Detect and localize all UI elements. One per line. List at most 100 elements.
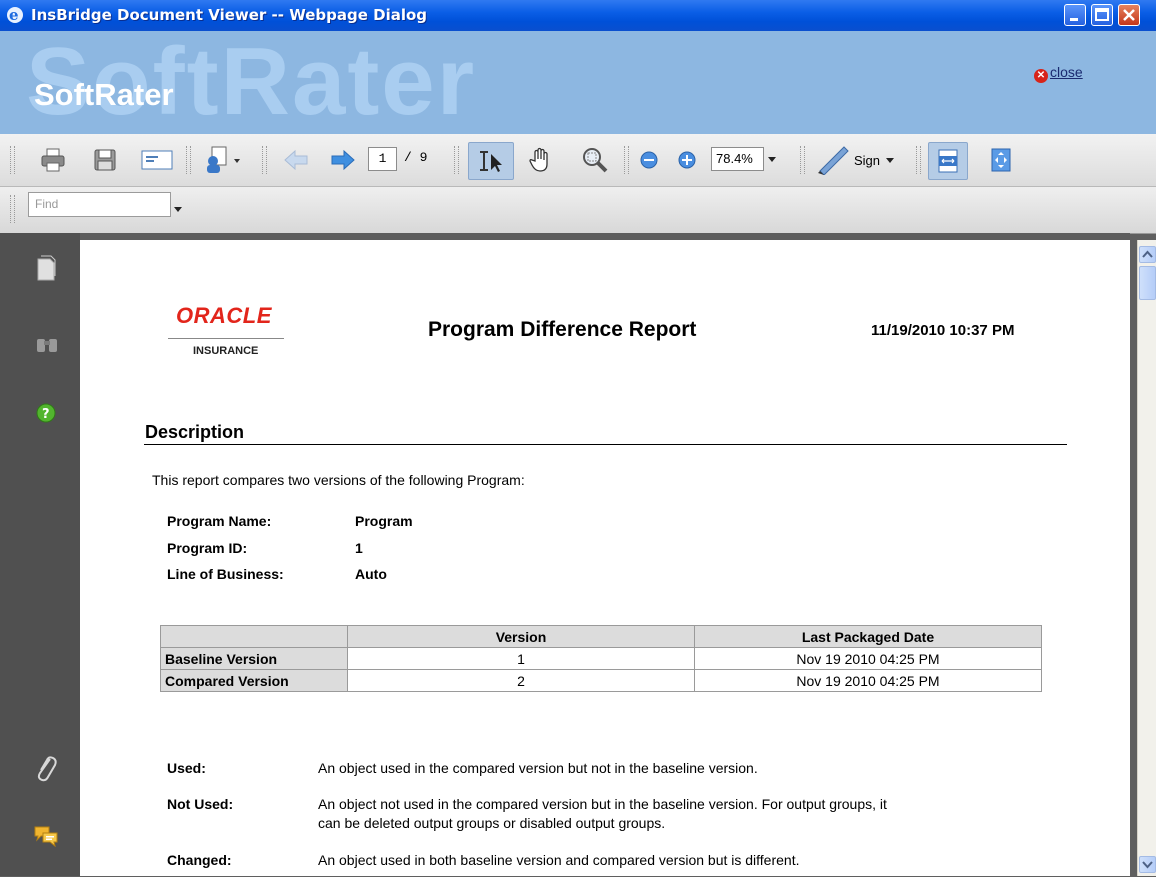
minimize-icon — [1070, 18, 1078, 21]
softrater-banner: SoftRater SoftRater ✕ close — [0, 31, 1156, 134]
collaborate-icon — [207, 146, 240, 173]
table-header: Version — [347, 625, 695, 648]
toolbar-separator — [916, 146, 921, 174]
section-divider — [144, 444, 1067, 445]
marquee-zoom-button[interactable] — [578, 143, 612, 177]
legend-key: Used: — [167, 760, 206, 776]
field-value: Program — [355, 513, 413, 529]
section-title: Description — [145, 422, 245, 442]
chevron-down-icon — [768, 157, 776, 162]
fit-page-icon — [991, 148, 1011, 172]
toolbar-separator — [262, 146, 267, 174]
pages-icon[interactable] — [36, 255, 56, 281]
fit-page-button[interactable] — [984, 143, 1018, 177]
find-input[interactable]: Find — [28, 192, 171, 217]
zoom-level-input[interactable]: 78.4% — [711, 147, 764, 171]
chevron-down-icon — [1142, 861, 1153, 869]
page-total: / 9 — [404, 150, 428, 165]
findbar-grip — [10, 195, 15, 223]
email-card-icon — [141, 150, 173, 170]
oracle-logo-subtitle: INSURANCE — [193, 345, 259, 357]
close-x-icon — [1123, 9, 1135, 21]
minimize-button[interactable] — [1064, 4, 1086, 26]
maximize-icon — [1095, 8, 1109, 21]
legend-text: An object used in both baseline version … — [318, 852, 800, 868]
zoom-magnifier-icon — [583, 148, 608, 173]
close-window-button[interactable] — [1118, 4, 1140, 26]
field-label: Line of Business: — [167, 566, 284, 582]
toolbar-separator — [624, 146, 629, 174]
row-label: Baseline Version — [160, 647, 348, 670]
floppy-disk-icon — [94, 149, 116, 171]
legend-text: An object not used in the compared versi… — [318, 796, 887, 812]
intro-text: This report compares two versions of the… — [152, 472, 525, 488]
chevron-down-icon — [174, 207, 182, 212]
binoculars-icon[interactable] — [36, 335, 58, 353]
hand-icon — [529, 147, 548, 172]
cell-date: Nov 19 2010 04:25 PM — [694, 647, 1042, 670]
oracle-logo: ORACLE — [176, 303, 272, 328]
next-page-button[interactable] — [327, 143, 359, 177]
fit-width-button[interactable] — [928, 142, 968, 180]
internet-explorer-icon: e — [7, 6, 23, 24]
sign-label: Sign — [854, 152, 881, 168]
zoom-dropdown-button[interactable] — [764, 147, 780, 171]
zoom-out-icon — [640, 151, 658, 169]
toolbar-grip — [10, 146, 15, 174]
report-title: Program Difference Report — [428, 318, 697, 341]
close-link[interactable]: ✕ close — [1034, 64, 1083, 83]
cell-version: 1 — [347, 647, 695, 670]
arrow-left-icon — [284, 149, 308, 171]
collaborate-dropdown[interactable] — [200, 143, 244, 177]
select-tool-button[interactable] — [468, 142, 514, 180]
email-button[interactable] — [137, 143, 177, 177]
zoom-in-icon — [678, 151, 696, 169]
printer-icon — [41, 148, 65, 172]
banner-brand: SoftRater — [34, 77, 174, 112]
hand-tool-button[interactable] — [524, 143, 558, 177]
comments-icon[interactable] — [33, 825, 59, 847]
field-value: 1 — [355, 540, 363, 556]
toolbar-separator — [186, 146, 191, 174]
close-circle-icon: ✕ — [1034, 69, 1048, 83]
table-header: Last Packaged Date — [694, 625, 1042, 648]
help-icon[interactable]: ? — [36, 403, 56, 423]
scroll-down-button[interactable] — [1139, 856, 1156, 873]
window-titlebar: e InsBridge Document Viewer -- Webpage D… — [0, 0, 1156, 31]
fit-width-icon — [938, 149, 958, 173]
find-dropdown-button[interactable] — [173, 200, 183, 218]
cell-version: 2 — [347, 669, 695, 692]
chevron-up-icon — [1142, 250, 1153, 258]
scroll-thumb[interactable] — [1139, 266, 1156, 300]
save-button[interactable] — [88, 143, 122, 177]
logo-divider — [168, 338, 284, 339]
pen-icon — [818, 146, 849, 175]
table-header — [160, 625, 348, 648]
report-datetime: 11/19/2010 10:37 PM — [871, 322, 1015, 339]
close-link-label[interactable]: close — [1050, 64, 1083, 80]
window-title: InsBridge Document Viewer -- Webpage Dia… — [31, 6, 428, 24]
text-select-cursor-icon — [480, 151, 502, 172]
paperclip-icon[interactable] — [34, 753, 58, 783]
legend-text-cont: can be deleted output groups or disabled… — [318, 815, 666, 831]
navigation-sidebar: ? — [0, 233, 80, 876]
zoom-in-button[interactable] — [674, 143, 700, 177]
legend-key: Changed: — [167, 852, 232, 868]
legend-key: Not Used: — [167, 796, 234, 812]
field-value: Auto — [355, 566, 387, 582]
page-number-input[interactable]: 1 — [368, 147, 397, 171]
sign-dropdown[interactable]: Sign — [814, 143, 910, 177]
table-row: Compared Version 2 Nov 19 2010 04:25 PM — [160, 669, 1042, 692]
toolbar-separator — [800, 146, 805, 174]
row-label: Compared Version — [160, 669, 348, 692]
print-button[interactable] — [36, 143, 70, 177]
field-label: Program ID: — [167, 540, 248, 556]
maximize-button[interactable] — [1091, 4, 1113, 26]
field-label: Program Name: — [167, 513, 272, 529]
previous-page-button[interactable] — [280, 143, 312, 177]
zoom-out-button[interactable] — [636, 143, 662, 177]
vertical-scrollbar[interactable] — [1137, 240, 1156, 876]
svg-text:?: ? — [42, 407, 50, 422]
svg-text:e: e — [9, 6, 19, 24]
scroll-up-button[interactable] — [1139, 246, 1156, 263]
